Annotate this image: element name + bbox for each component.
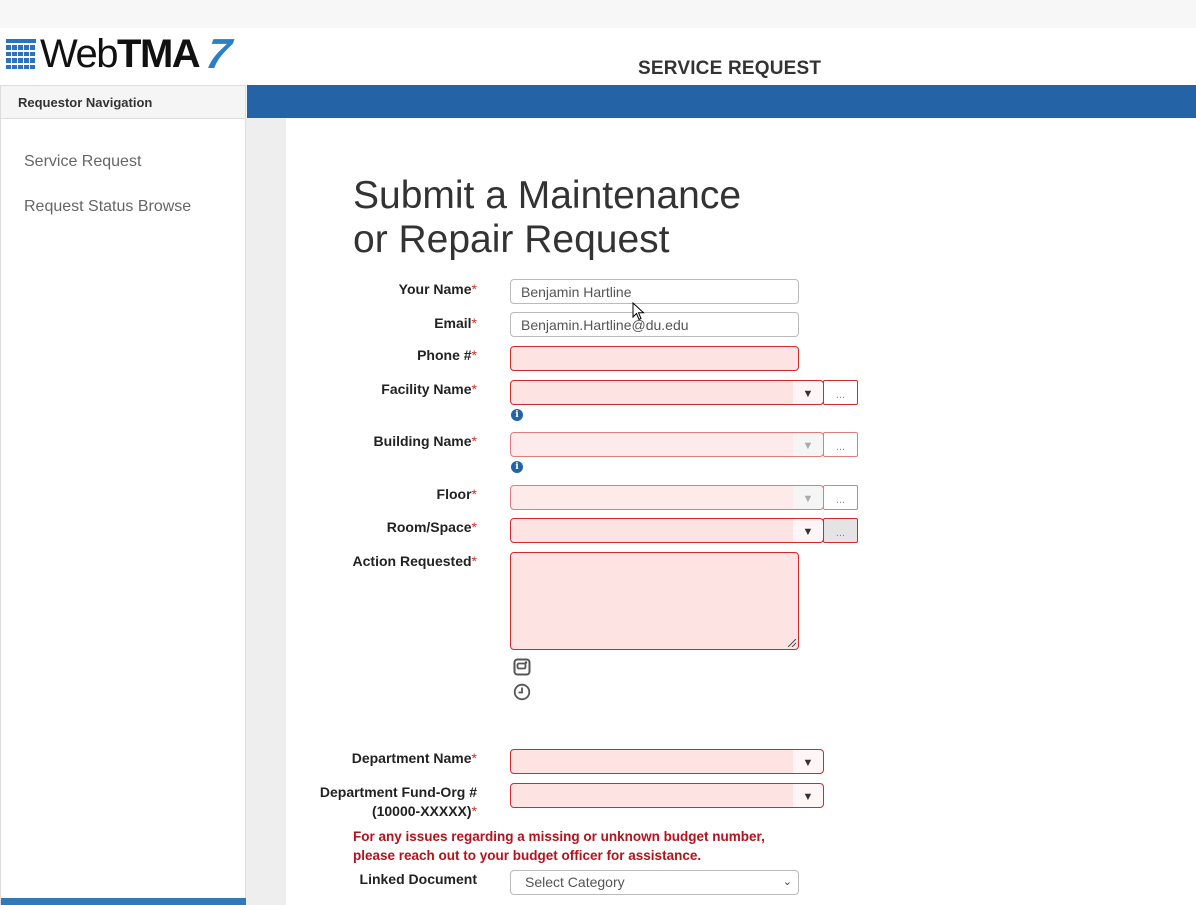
dropdown-arrow-icon: ▼: [793, 486, 823, 509]
room-space-label: Room/Space*: [386, 519, 477, 535]
info-icon[interactable]: i: [511, 461, 523, 473]
logo-text: WebTMA: [40, 32, 201, 76]
email-label: Email*: [434, 315, 477, 331]
browser-top-strip: [0, 0, 1196, 28]
building-name-select[interactable]: ▼: [510, 432, 824, 457]
logo-version: 7: [203, 30, 235, 77]
mouse-cursor-icon: [632, 302, 645, 321]
building-name-label: Building Name*: [373, 433, 477, 449]
facility-lookup-button[interactable]: ...: [823, 380, 858, 405]
app-header: WebTMA 7 SERVICE REQUEST: [0, 28, 1196, 85]
dropdown-arrow-icon: ▼: [793, 433, 823, 456]
page-title: SERVICE REQUEST: [638, 58, 822, 79]
floor-label: Floor*: [436, 486, 477, 502]
building-lookup-button[interactable]: ...: [823, 432, 858, 457]
resize-grip-icon[interactable]: [788, 639, 796, 647]
attach-photo-icon[interactable]: [513, 658, 531, 676]
email-input[interactable]: [510, 312, 799, 337]
phone-label: Phone #*: [417, 347, 477, 363]
service-request-form: Submit a Maintenance or Repair Request Y…: [286, 118, 1196, 905]
department-fund-org-label: Department Fund-Org # (10000-XXXXX)*: [319, 784, 477, 819]
content-gutter: [246, 118, 286, 905]
floor-select[interactable]: ▼: [510, 485, 824, 510]
header-blue-bar: [247, 85, 1196, 118]
webtma-logo[interactable]: WebTMA 7: [6, 30, 235, 77]
department-name-label: Department Name*: [351, 750, 477, 766]
budget-warning-text: For any issues regarding a missing or un…: [353, 829, 765, 863]
your-name-label: Your Name*: [398, 281, 477, 297]
sidebar-bottom-bar: [1, 898, 246, 905]
requestor-navigation-sidebar: Requestor Navigation Service Request Req…: [0, 85, 246, 905]
your-name-input[interactable]: [510, 279, 799, 304]
linked-document-select[interactable]: Select Category ⌄: [510, 870, 799, 895]
clock-icon[interactable]: [513, 683, 531, 701]
dropdown-arrow-icon[interactable]: ▼: [793, 784, 823, 807]
facility-name-label: Facility Name*: [381, 381, 477, 397]
nav-list: Service Request Request Status Browse: [1, 119, 245, 242]
department-name-select[interactable]: ▼: [510, 749, 824, 774]
nav-item-request-status-browse[interactable]: Request Status Browse: [1, 197, 245, 242]
department-fund-org-select[interactable]: ▼: [510, 783, 824, 808]
chevron-down-icon: ⌄: [782, 876, 792, 888]
floor-lookup-button[interactable]: ...: [823, 485, 858, 510]
info-icon[interactable]: i: [511, 409, 523, 421]
action-requested-textarea[interactable]: [510, 552, 799, 650]
form-title: Submit a Maintenance or Repair Request: [353, 174, 742, 261]
room-lookup-button[interactable]: ...: [823, 518, 858, 543]
action-requested-label: Action Requested*: [352, 553, 477, 569]
logo-grid-icon: [6, 39, 36, 69]
dropdown-arrow-icon[interactable]: ▼: [793, 381, 823, 404]
facility-name-select[interactable]: ▼: [510, 380, 824, 405]
dropdown-arrow-icon[interactable]: ▼: [793, 519, 823, 542]
nav-item-service-request[interactable]: Service Request: [1, 152, 245, 197]
phone-input[interactable]: [510, 346, 799, 371]
room-space-select[interactable]: ▼: [510, 518, 824, 543]
linked-document-label: Linked Document: [359, 871, 477, 887]
dropdown-arrow-icon[interactable]: ▼: [793, 750, 823, 773]
sidebar-heading: Requestor Navigation: [1, 85, 245, 119]
